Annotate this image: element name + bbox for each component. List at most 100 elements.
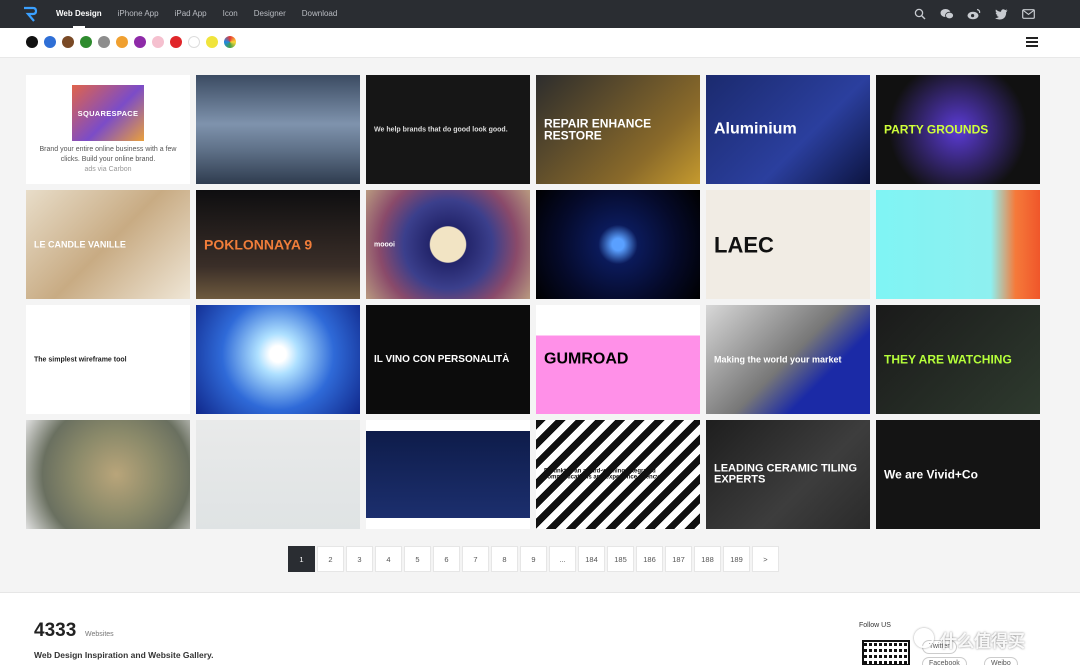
nav-item-iphone-app[interactable]: iPhone App (118, 0, 159, 28)
page-button-189[interactable]: 189 (723, 546, 750, 572)
twitter-icon[interactable] (993, 6, 1009, 22)
watermark-text: 什么值得买 (940, 632, 1025, 651)
watermark-badge-icon (914, 628, 934, 648)
page-button-188[interactable]: 188 (694, 546, 721, 572)
gallery-card-title: LE CANDLE VANILLE (34, 238, 126, 249)
top-navbar: Web Design iPhone App iPad App Icon Designer… (0, 0, 1080, 28)
gallery-card-title: We help brands that do good look good. (374, 125, 508, 133)
ad-card[interactable]: SQUARESPACE Brand your entire online bus… (26, 75, 190, 184)
gallery-card-aerial-map[interactable] (26, 420, 190, 529)
gallery-card-title: LEADING CERAMIC TILING EXPERTS (714, 461, 857, 486)
nav-item-web-design[interactable]: Web Design (56, 0, 102, 28)
gallery-card-title: PARTY GROUNDS (884, 122, 989, 137)
ad-via-link[interactable]: ads via Carbon (26, 166, 190, 173)
page-button-185[interactable]: 185 (607, 546, 634, 572)
menu-icon[interactable] (1026, 37, 1038, 47)
mail-icon[interactable] (1020, 6, 1036, 22)
color-swatch-3[interactable] (80, 36, 92, 48)
ad-text[interactable]: Brand your entire online business with a… (32, 145, 184, 165)
gallery-card-title: The simplest wireframe tool (34, 355, 127, 363)
gallery-card-title: GUMROAD (544, 350, 629, 368)
gallery-card-le-candle-vanille[interactable]: LE CANDLE VANILLE (26, 190, 190, 299)
main-nav: Web Design iPhone App iPad App Icon Designer… (56, 0, 353, 28)
nav-item-download[interactable]: Download (302, 0, 338, 28)
nav-item-icon[interactable]: Icon (223, 0, 238, 28)
gallery-card-polestar[interactable] (196, 75, 360, 184)
page-ellipsis: ... (549, 546, 576, 572)
gallery-card-solar-flare[interactable] (196, 305, 360, 414)
gallery-card-title: IL VINO CON PERSONALITÀ (374, 353, 510, 365)
gallery-card-making-world[interactable]: Making the world your market (706, 305, 870, 414)
site-count-label: Websites (85, 631, 114, 638)
gallery-card-title: Aluminium (714, 120, 797, 138)
gallery-card-aluminium[interactable]: Aluminium (706, 75, 870, 184)
pagination: 1 2 3 4 5 6 7 8 9... 184 185 186 187 188 189 > (288, 546, 781, 572)
page-button-2[interactable]: 2 (317, 546, 344, 572)
gallery-card-cyan-orange[interactable] (876, 190, 1040, 299)
page-button-4[interactable]: 4 (375, 546, 402, 572)
page-button-6[interactable]: 6 (433, 546, 460, 572)
gallery-card-distinkt[interactable]: Distinkt is an award-winning integrated … (536, 420, 700, 529)
follow-us-label: Follow US (859, 622, 891, 629)
color-filter-bar (0, 28, 1080, 58)
gallery-card-coral[interactable] (366, 420, 530, 529)
color-swatch-7[interactable] (152, 36, 164, 48)
page-button-7[interactable]: 7 (462, 546, 489, 572)
gallery-card-vivid-co[interactable]: We are Vivid+Co (876, 420, 1040, 529)
page-button-186[interactable]: 186 (636, 546, 663, 572)
gallery-card-title: THEY ARE WATCHING (884, 352, 1012, 367)
weibo-icon[interactable] (966, 6, 982, 22)
gallery-card-title: REPAIR ENHANCE RESTORE (544, 115, 652, 143)
gallery-card-title: POKLONNAYA 9 (204, 236, 313, 253)
ad-logo-text: SQUARESPACE (77, 108, 139, 118)
gallery-card-title: moooi (374, 240, 395, 248)
color-swatch-9[interactable] (188, 36, 200, 48)
color-swatch-8[interactable] (170, 36, 182, 48)
top-icons (901, 6, 1036, 22)
nav-item-designer[interactable]: Designer (254, 0, 286, 28)
gallery-card-particle-space[interactable] (536, 190, 700, 299)
gallery-card-title: Distinkt is an award-winning integrated … (544, 468, 660, 481)
gallery-card-il-vino[interactable]: IL VINO CON PERSONALITÀ (366, 305, 530, 414)
color-swatch-4[interactable] (98, 36, 110, 48)
qr-code-icon (862, 640, 910, 665)
facebook-link[interactable]: Facebook (922, 657, 967, 665)
page-button-3[interactable]: 3 (346, 546, 373, 572)
gallery-card-title: LAEC (714, 231, 774, 257)
footer-tagline: Web Design Inspiration and Website Galle… (34, 650, 214, 660)
search-icon[interactable] (912, 6, 928, 22)
color-swatches (26, 36, 242, 48)
page-button-1[interactable]: 1 (288, 546, 315, 572)
gallery-card-we-help-brands[interactable]: We help brands that do good look good. (366, 75, 530, 184)
gallery-card-moooi[interactable]: moooi (366, 190, 530, 299)
gallery-card-laec[interactable]: LAEC (706, 190, 870, 299)
page-button-8[interactable]: 8 (491, 546, 518, 572)
page-button-9[interactable]: 9 (520, 546, 547, 572)
gallery-card-gumroad[interactable]: GUMROAD (536, 305, 700, 414)
weibo-link[interactable]: Weibo (984, 657, 1018, 665)
gallery-grid: SQUARESPACE Brand your entire online bus… (26, 75, 1040, 529)
squarespace-ad-image[interactable]: SQUARESPACE (72, 85, 144, 141)
next-page-button[interactable]: > (752, 546, 779, 572)
color-swatch-5[interactable] (116, 36, 128, 48)
color-swatch-0[interactable] (26, 36, 38, 48)
gallery-card-they-are-watching[interactable]: THEY ARE WATCHING (876, 305, 1040, 414)
page-button-187[interactable]: 187 (665, 546, 692, 572)
color-swatch-6[interactable] (134, 36, 146, 48)
color-swatch-2[interactable] (62, 36, 74, 48)
gallery-card-title: We are Vivid+Co (884, 467, 978, 482)
page-button-184[interactable]: 184 (578, 546, 605, 572)
nav-item-ipad-app[interactable]: iPad App (175, 0, 207, 28)
color-swatch-10[interactable] (206, 36, 218, 48)
page-button-5[interactable]: 5 (404, 546, 431, 572)
gallery-card-simplest-wireframe[interactable]: The simplest wireframe tool (26, 305, 190, 414)
gallery-card-leading-ceramic[interactable]: LEADING CERAMIC TILING EXPERTS (706, 420, 870, 529)
logo-icon[interactable] (22, 5, 38, 23)
color-swatch-11[interactable] (224, 36, 236, 48)
color-swatch-1[interactable] (44, 36, 56, 48)
gallery-card-repair-enhance-restore[interactable]: REPAIR ENHANCE RESTORE (536, 75, 700, 184)
gallery-card-chinese-calligraphy[interactable] (196, 420, 360, 529)
wechat-icon[interactable] (939, 6, 955, 22)
gallery-card-poklonnaya[interactable]: POKLONNAYA 9 (196, 190, 360, 299)
gallery-card-party-grounds[interactable]: PARTY GROUNDS (876, 75, 1040, 184)
